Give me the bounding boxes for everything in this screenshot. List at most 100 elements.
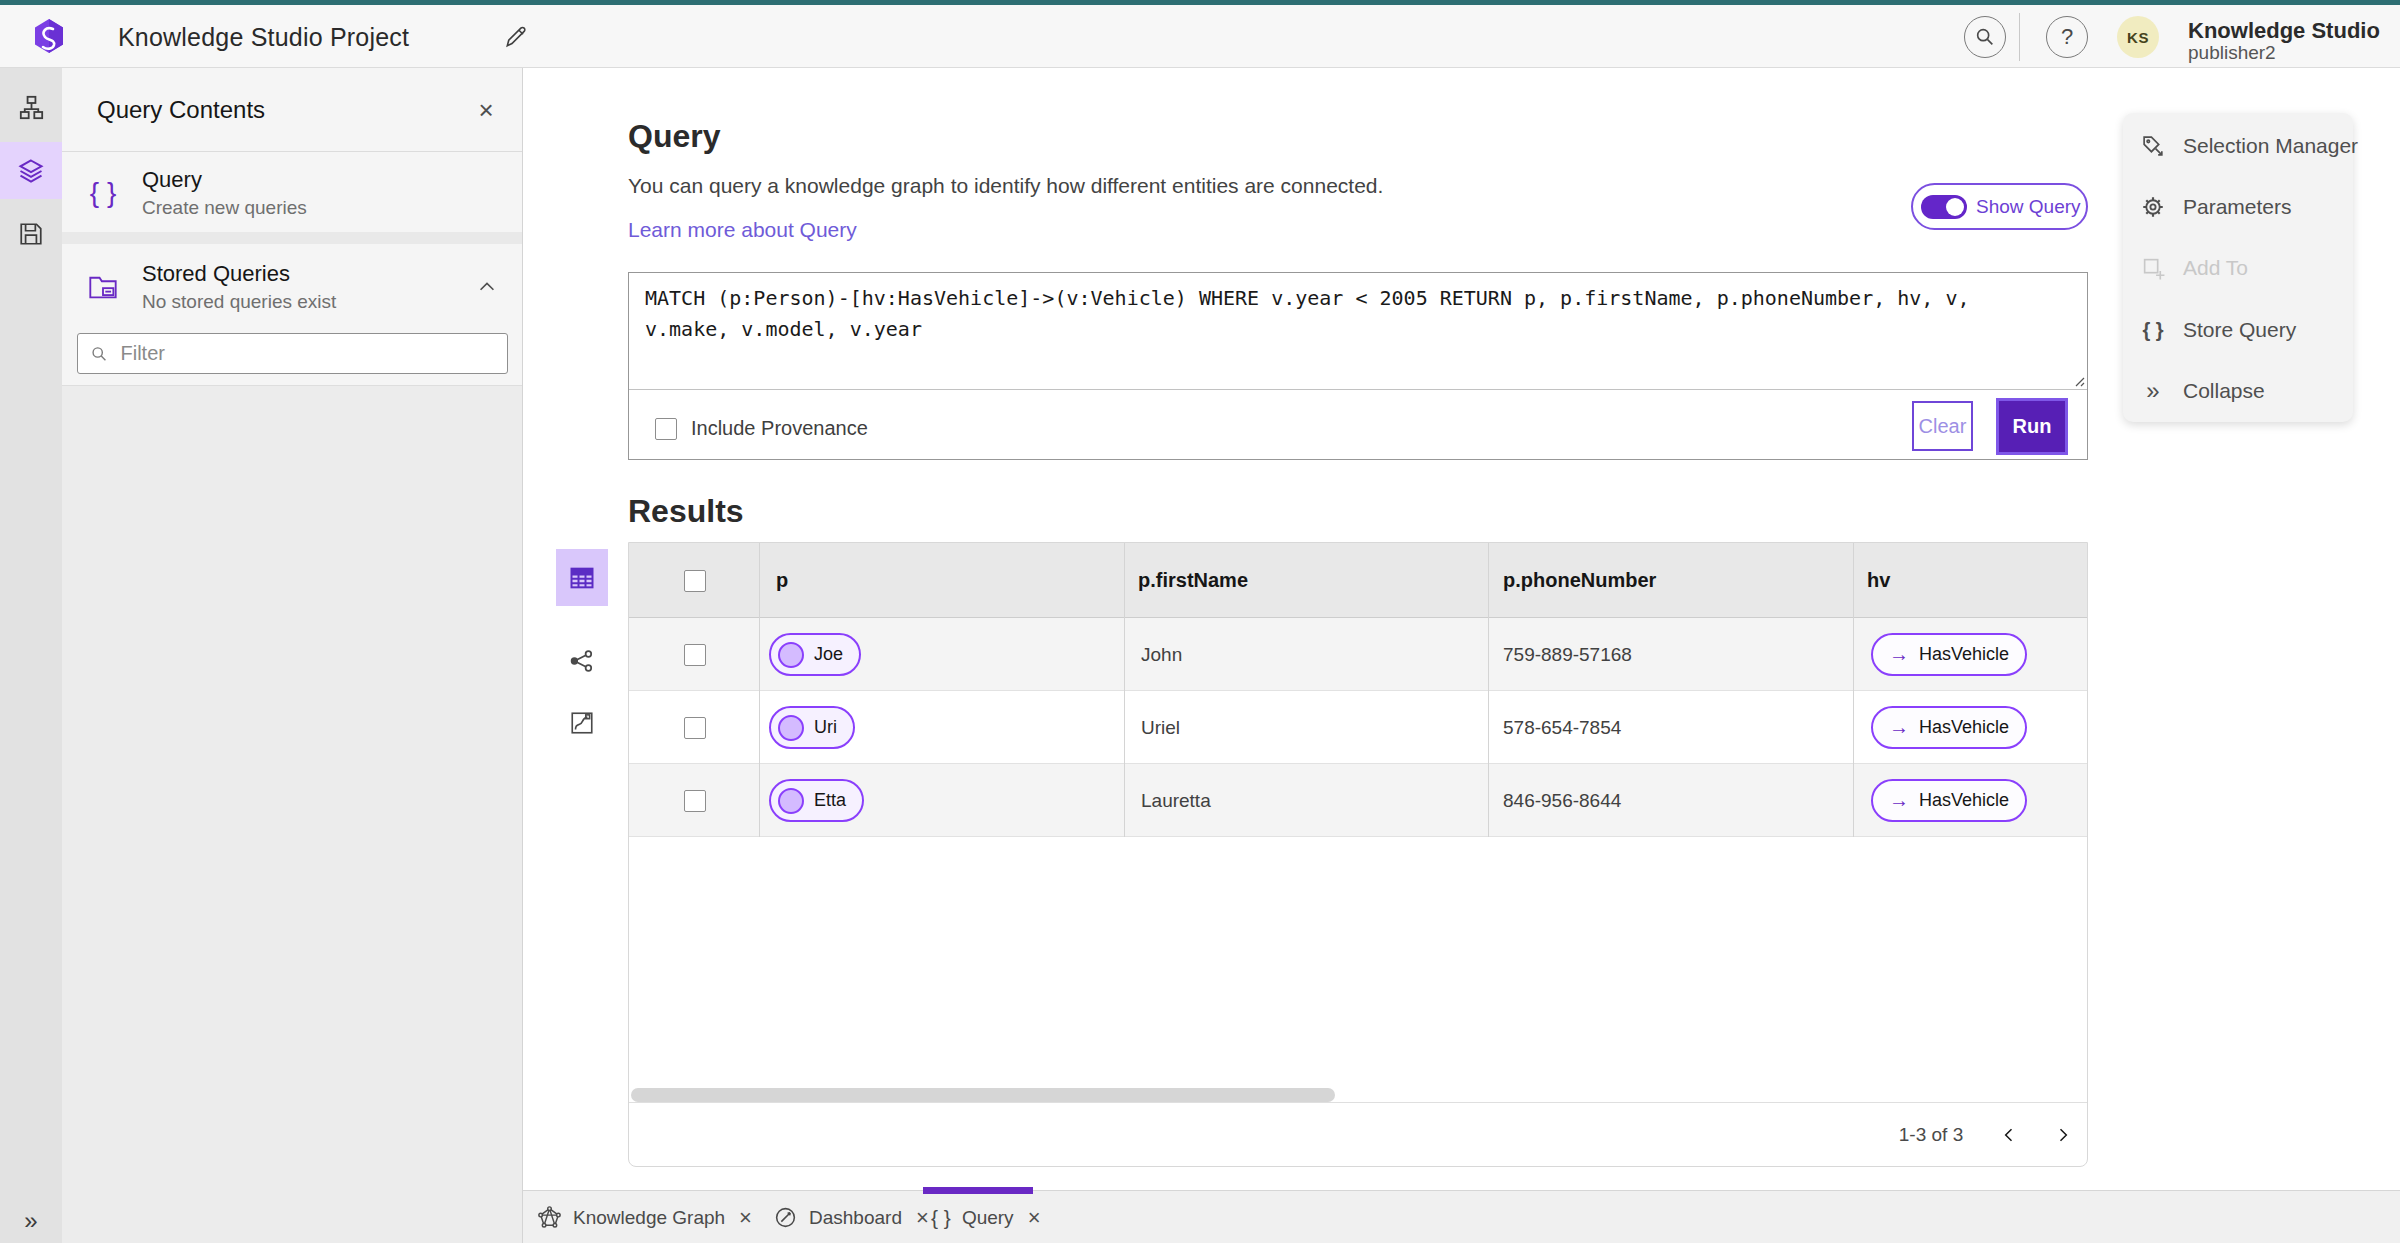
run-button[interactable]: Run: [1996, 398, 2068, 455]
tab-close-icon[interactable]: ×: [916, 1205, 929, 1231]
dashboard-icon: [773, 1205, 798, 1230]
entity-pill[interactable]: Uri: [769, 706, 855, 749]
menu-item-parameters[interactable]: Parameters: [2123, 176, 2353, 238]
relation-pill[interactable]: → HasVehicle: [1871, 633, 2027, 676]
learn-more-link[interactable]: Learn more about Query: [628, 218, 857, 242]
row-checkbox[interactable]: [684, 644, 706, 666]
tab-dashboard[interactable]: Dashboard ×: [773, 1191, 929, 1243]
relation-pill[interactable]: →HasVehicle: [1871, 779, 2027, 822]
panel-item-query[interactable]: { } Query Create new queries: [62, 153, 522, 232]
topbar-divider: [2019, 13, 2020, 61]
relation-pill[interactable]: →HasVehicle: [1871, 706, 2027, 749]
pagination-bar: 1-3 of 3: [629, 1102, 2087, 1167]
cell-phonenumber: 759-889-57168: [1503, 644, 1632, 666]
avatar[interactable]: KS: [2117, 16, 2159, 58]
cell-phonenumber: 578-654-7854: [1503, 717, 1621, 739]
tab-query[interactable]: { } Query ×: [931, 1191, 1040, 1243]
entity-dot-icon: [778, 715, 804, 741]
row-checkbox[interactable]: [684, 790, 706, 812]
relation-label: HasVehicle: [1919, 644, 2009, 665]
menu-item-label: Store Query: [2183, 318, 2296, 342]
search-icon: [1974, 26, 1996, 48]
include-provenance-label: Include Provenance: [691, 417, 868, 440]
table-view-button[interactable]: [556, 549, 608, 606]
table-row[interactable]: Uri Uriel 578-654-7854 →HasVehicle: [629, 691, 2087, 764]
user-name: Knowledge Studio: [2188, 18, 2380, 44]
rail-item-layers[interactable]: [0, 142, 62, 199]
expand-rail-button[interactable]: »: [0, 1207, 62, 1235]
rail-item-save[interactable]: [0, 205, 62, 262]
rail-item-hierarchy[interactable]: [0, 79, 62, 136]
knowledge-graph-icon: [537, 1205, 562, 1230]
row-checkbox[interactable]: [684, 717, 706, 739]
cell-firstname: John: [1141, 644, 1182, 666]
arrow-right-icon: →: [1889, 716, 1909, 739]
chevron-right-icon: [2053, 1125, 2073, 1145]
pagination-next-button[interactable]: [2041, 1113, 2085, 1157]
layers-icon: [17, 157, 45, 185]
panel-close-icon[interactable]: ×: [466, 90, 506, 130]
pagination-prev-button[interactable]: [1987, 1113, 2031, 1157]
panel-lower-area: [62, 385, 522, 1243]
entity-dot-icon: [778, 788, 804, 814]
entity-pill[interactable]: Etta: [769, 779, 864, 822]
include-provenance-checkbox[interactable]: [655, 418, 677, 440]
menu-item-selection-manager[interactable]: Selection Manager: [2123, 115, 2353, 177]
menu-item-label: Add To: [2183, 256, 2248, 280]
filter-input-box[interactable]: [77, 333, 508, 374]
gear-icon: [2140, 194, 2166, 220]
project-title: Knowledge Studio Project: [118, 23, 409, 52]
help-button[interactable]: ?: [2046, 16, 2088, 58]
graph-view-button[interactable]: [556, 632, 608, 689]
query-textarea[interactable]: MATCH (p:Person)-[hv:HasVehicle]->(v:Veh…: [645, 283, 2030, 345]
column-header-phonenumber[interactable]: p.phoneNumber: [1503, 569, 1656, 592]
select-all-checkbox[interactable]: [684, 570, 706, 592]
column-header-firstname[interactable]: p.firstName: [1138, 569, 1248, 592]
entity-pill[interactable]: Joe: [769, 633, 861, 676]
braces-icon: { }: [80, 177, 126, 209]
page-title: Query: [628, 118, 720, 155]
chevron-up-icon[interactable]: [476, 276, 498, 298]
include-provenance-group[interactable]: Include Provenance: [655, 417, 868, 440]
column-header-hv[interactable]: hv: [1867, 569, 1890, 592]
entity-label: Uri: [814, 717, 837, 738]
menu-item-store-query[interactable]: { } Store Query: [2123, 299, 2353, 361]
results-title: Results: [628, 493, 744, 530]
table-header-row: p p.firstName p.phoneNumber hv: [629, 543, 2087, 618]
table-row[interactable]: Joe John 759-889-57168 → HasVehicle: [629, 618, 2087, 691]
search-button[interactable]: [1964, 16, 2006, 58]
query-footer: Include Provenance Clear Run: [629, 389, 2087, 461]
show-query-toggle-group[interactable]: Show Query: [1911, 183, 2088, 230]
filter-input[interactable]: [121, 342, 496, 365]
tab-knowledge-graph[interactable]: Knowledge Graph ×: [537, 1191, 752, 1243]
column-header-p[interactable]: p: [776, 569, 788, 592]
cell-phonenumber: 846-956-8644: [1503, 790, 1621, 812]
query-item-subtitle: Create new queries: [142, 197, 307, 219]
tab-close-icon[interactable]: ×: [1028, 1205, 1041, 1231]
panel-section-gap: [62, 232, 522, 244]
menu-item-collapse[interactable]: » Collapse: [2123, 360, 2353, 422]
collapse-icon: »: [2140, 377, 2166, 405]
arrow-right-icon: →: [1889, 643, 1909, 666]
edit-title-icon[interactable]: [503, 24, 529, 50]
cell-firstname: Lauretta: [1141, 790, 1211, 812]
route-view-button[interactable]: [556, 694, 608, 751]
show-query-toggle[interactable]: [1921, 195, 1967, 219]
results-table: p p.firstName p.phoneNumber hv Joe John …: [628, 542, 2088, 1167]
tab-close-icon[interactable]: ×: [739, 1205, 752, 1231]
menu-item-label: Selection Manager: [2183, 134, 2358, 158]
panel-item-stored-queries[interactable]: Stored Queries No stored queries exist: [62, 244, 522, 330]
entity-label: Joe: [814, 644, 843, 665]
user-role: publisher2: [2188, 42, 2276, 64]
table-row[interactable]: Etta Lauretta 846-956-8644 →HasVehicle: [629, 764, 2087, 837]
main-content: Query You can query a knowledge graph to…: [523, 68, 2400, 1190]
clear-button[interactable]: Clear: [1912, 401, 1973, 451]
stored-queries-title: Stored Queries: [142, 261, 336, 287]
horizontal-scrollbar[interactable]: [631, 1088, 1335, 1102]
query-item-title: Query: [142, 167, 307, 193]
network-icon: [568, 647, 596, 675]
toggle-knob: [1946, 198, 1964, 216]
floating-action-menu: Selection Manager Parameters Add To { } …: [2123, 113, 2353, 422]
resize-handle-icon[interactable]: [2071, 373, 2085, 387]
app-logo-icon[interactable]: [33, 18, 65, 54]
